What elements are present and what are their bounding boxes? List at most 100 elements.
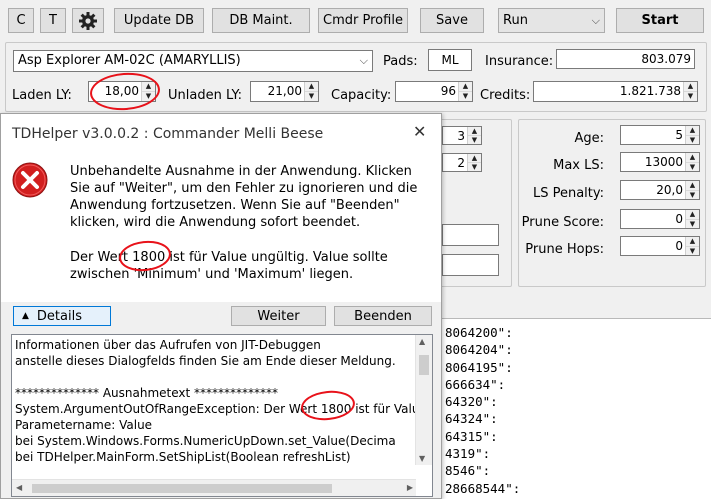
spin-up-icon[interactable]: ▲ [305,82,318,92]
max-ls-label: Max LS: [553,158,604,173]
scroll-down-icon[interactable]: ▼ [419,454,425,463]
prune-score-value: 0 [675,212,683,226]
laden-ly-spinner[interactable]: 18,00 ▲ ▼ [88,81,156,102]
spin-up-icon[interactable]: ▲ [686,237,699,247]
unladen-ly-label: Unladen LY: [168,88,243,103]
message-line: Der Wert 1800 ist für Value ungültig. Va… [70,250,388,265]
credits-value: 1.821.738 [619,84,681,98]
spin-up-icon[interactable]: ▲ [686,210,699,220]
max-ls-spinner[interactable]: 13000 ▲ ▼ [620,152,700,172]
details-line: bei System.Windows.Forms.NumericUpDown.s… [15,434,396,448]
output-line: 64315": [445,428,498,444]
dialog-message-1: Unbehandelte Ausnahme in der Anwendung. … [70,163,417,231]
ls-penalty-label: LS Penalty: [532,186,604,201]
close-icon[interactable]: ✕ [413,122,426,141]
weiter-button[interactable]: Weiter [231,306,326,326]
chevron-down-icon: ⌵ [591,14,600,27]
middle-spinner-2[interactable]: 2 ▲ ▼ [442,153,482,172]
output-line: 8546": [445,463,491,479]
spin-up-icon[interactable]: ▲ [142,82,155,92]
t-button[interactable]: T [40,8,66,33]
scroll-up-icon[interactable]: ▲ [419,337,425,346]
unladen-ly-spinner[interactable]: 21,00 ▲ ▼ [250,81,319,102]
error-icon [12,162,48,201]
error-dialog: TDHelper v3.0.0.2 : Commander Melli Bees… [0,113,442,499]
pads-label: Pads: [383,54,418,69]
output-lines: 8064200": 8064204": 8064195": 666634": 6… [445,324,520,497]
age-spinner[interactable]: 5 ▲ ▼ [620,125,700,145]
spin-up-icon[interactable]: ▲ [684,82,697,92]
details-text-box[interactable]: Informationen über das Aufrufen von JIT-… [11,334,433,497]
scrollbar-thumb[interactable] [419,355,429,375]
settings-button[interactable] [72,8,104,33]
spin-down-icon[interactable]: ▼ [686,247,699,256]
db-maint-button[interactable]: DB Maint. [212,8,310,33]
output-line: 666634": [445,376,506,392]
spin-down-icon[interactable]: ▼ [468,136,481,144]
prune-hops-value: 0 [675,239,683,253]
middle-field-1[interactable] [442,224,499,246]
spin-down-icon[interactable]: ▼ [686,220,699,229]
spin-up-icon[interactable]: ▲ [459,82,472,92]
spin-down-icon[interactable]: ▼ [468,163,481,171]
middle-field-2[interactable] [442,254,499,276]
spin-down-icon[interactable]: ▼ [686,191,699,200]
age-label: Age: [574,131,604,146]
scroll-right-icon[interactable]: ▶ [407,483,413,492]
output-line: 64320": [445,394,498,410]
spin-up-icon[interactable]: ▲ [686,126,699,136]
ship-select[interactable]: Asp Explorer AM-02C (AMARYLLIS) ⌵ [13,50,373,72]
ls-penalty-value: 20,0 [656,183,683,197]
details-label: Details [36,308,82,324]
pads-field[interactable]: ML [428,49,472,71]
scrollbar-thumb[interactable] [32,484,332,493]
spin-up-icon[interactable]: ▲ [686,153,699,163]
spin-down-icon[interactable]: ▼ [142,92,155,101]
output-line: 8064204": [445,342,513,358]
spin-down-icon[interactable]: ▼ [684,92,697,101]
message-line: zwischen 'Minimum' und 'Maximum' liegen. [70,267,354,282]
output-line: 28668544": [445,480,521,496]
prune-score-spinner[interactable]: 0 ▲ ▼ [620,209,700,229]
triangle-up-icon: ▲ [22,311,29,321]
update-db-button[interactable]: Update DB [114,8,204,33]
credits-spinner[interactable]: 1.821.738 ▲ ▼ [533,81,698,102]
spin-up-icon[interactable]: ▲ [686,181,699,191]
details-line: Parametername: Value [15,418,153,432]
output-line: 8064195": [445,359,513,375]
start-button[interactable]: Start [616,8,704,33]
spin-up-icon[interactable]: ▲ [468,127,481,136]
message-line: Anwendung fortzusetzen. Wenn Sie auf "Be… [70,198,400,213]
capacity-spinner[interactable]: 96 ▲ ▼ [395,81,473,102]
scroll-left-icon[interactable]: ◀ [16,483,22,492]
credits-label: Credits: [480,88,531,103]
prune-hops-spinner[interactable]: 0 ▲ ▼ [620,236,700,256]
cmdr-profile-button[interactable]: Cmdr Profile [318,8,408,33]
details-line: bei TDHelper.MainForm.SetShipList(Boolea… [15,450,351,464]
dialog-title: TDHelper v3.0.0.2 : Commander Melli Bees… [12,126,324,142]
horizontal-scrollbar[interactable]: ◀ ▶ [12,479,416,496]
details-line: ************** Ausnahmetext ************… [15,386,279,400]
save-button[interactable]: Save [420,8,484,33]
details-button[interactable]: ▲ Details [13,306,111,326]
insurance-field[interactable]: 803.079 [556,49,695,69]
beenden-button[interactable]: Beenden [334,306,432,326]
chevron-down-icon: ⌵ [359,54,368,67]
spin-down-icon[interactable]: ▼ [686,163,699,172]
c-button[interactable]: C [8,8,34,33]
spin-down-icon[interactable]: ▼ [305,92,318,101]
mode-select[interactable]: Run ⌵ [498,8,605,33]
capacity-value: 96 [440,84,456,98]
capacity-label: Capacity: [331,88,392,103]
spin-down-icon[interactable]: ▼ [686,136,699,145]
vertical-scrollbar[interactable]: ▲ ▼ [415,335,432,465]
spin-up-icon[interactable]: ▲ [468,154,481,163]
spin-down-icon[interactable]: ▼ [459,92,472,101]
details-line: anstelle dieses Dialogfelds finden Sie a… [15,354,396,368]
middle-spinner-1-value: 3 [457,129,465,143]
age-value: 5 [675,128,683,142]
ls-penalty-spinner[interactable]: 20,0 ▲ ▼ [620,180,700,200]
output-line: 4319": [445,446,491,462]
middle-spinner-1[interactable]: 3 ▲ ▼ [442,126,482,145]
output-line: 8064200": [445,325,513,340]
